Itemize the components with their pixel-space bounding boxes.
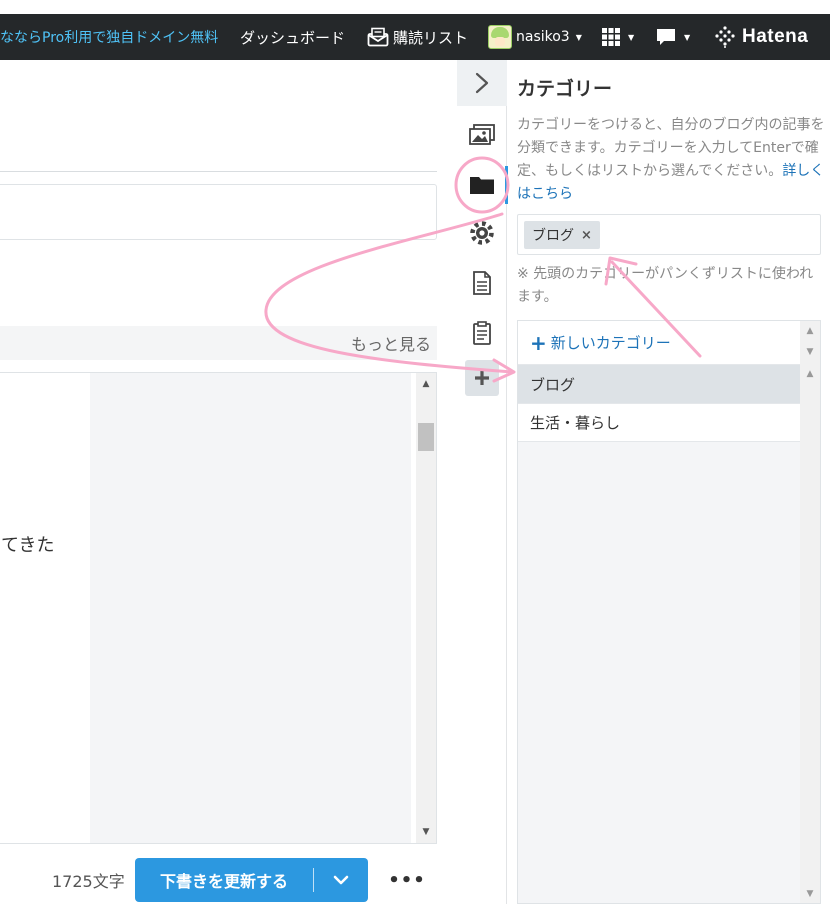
- tab-clipboard[interactable]: [457, 310, 507, 356]
- user-menu[interactable]: nasiko3 ▼: [488, 14, 582, 60]
- scroll-up-arrow-icon[interactable]: ▲: [800, 369, 820, 379]
- hatena-dots-icon: [715, 26, 735, 48]
- scroll-down-arrow-icon[interactable]: ▼: [416, 827, 436, 837]
- chevron-right-icon: [475, 72, 489, 94]
- category-list: + 新しいカテゴリー ▲ ▼ ブログ 生活・暮らし ▲ ▼: [517, 320, 821, 904]
- apps-menu-button[interactable]: ▼: [602, 14, 634, 60]
- notifications-button[interactable]: ▼: [656, 14, 690, 60]
- caret-down-icon: ▼: [684, 32, 691, 42]
- scroll-thumb[interactable]: [418, 423, 434, 451]
- new-category-label: 新しいカテゴリー: [550, 334, 671, 352]
- tab-add[interactable]: [465, 360, 499, 396]
- scroll-up-arrow-icon[interactable]: ▲: [416, 379, 436, 389]
- save-options-dropdown[interactable]: [314, 875, 368, 885]
- gear-icon: [470, 221, 494, 245]
- list-item[interactable]: 生活・暮らし: [518, 403, 800, 442]
- mail-icon: [367, 27, 389, 47]
- breadcrumb-note: ※ 先頭のカテゴリーがパンくずリストに使われます。: [517, 266, 814, 305]
- tab-settings[interactable]: [457, 210, 507, 256]
- scroll-up-arrow-icon[interactable]: ▲: [800, 326, 820, 336]
- subscriptions-label: 購読リスト: [393, 28, 469, 47]
- pro-promo-link[interactable]: なならPro利用で独自ドメイン無料: [0, 14, 218, 60]
- panel-description-text: カテゴリーをつけると、自分のブログ内の記事を分類できます。カテゴリーを入力してE…: [517, 117, 825, 179]
- username-label: nasiko3: [516, 29, 570, 45]
- tab-categories[interactable]: [457, 162, 508, 208]
- list-item[interactable]: ブログ: [518, 364, 800, 403]
- title-input[interactable]: [0, 184, 437, 240]
- update-draft-button[interactable]: 下書きを更新する: [135, 858, 368, 902]
- new-category-button[interactable]: + 新しいカテゴリー: [518, 321, 800, 364]
- top-navigation-bar: なならPro利用で独自ドメイン無料 ダッシュボード 購読リスト nasiko3 …: [0, 14, 830, 60]
- dashboard-link[interactable]: ダッシュボード: [240, 14, 345, 60]
- scroll-down-arrow-icon[interactable]: ▼: [800, 347, 820, 357]
- new-category-scrollbar[interactable]: ▲ ▼: [800, 321, 820, 364]
- image-icon: [469, 124, 495, 145]
- divider: [0, 171, 437, 172]
- caret-down-icon: ▼: [628, 32, 635, 42]
- plus-icon: [475, 371, 489, 385]
- folder-icon: [470, 177, 494, 194]
- scroll-down-arrow-icon[interactable]: ▼: [800, 889, 820, 899]
- more-options-button[interactable]: •••: [388, 858, 425, 902]
- caret-down-icon: ▼: [575, 32, 582, 42]
- tab-document[interactable]: [457, 260, 507, 306]
- avatar: [488, 25, 512, 49]
- editor-text: てきた: [1, 535, 55, 556]
- hatena-logo[interactable]: Hatena: [714, 14, 808, 60]
- plus-icon: +: [530, 330, 547, 355]
- preview-area: [90, 373, 411, 843]
- char-count: 1725文字: [52, 872, 125, 891]
- category-tag-label: ブログ: [532, 228, 574, 244]
- remove-tag-icon[interactable]: ×: [581, 228, 592, 243]
- more-bar: もっと見る: [0, 326, 437, 360]
- more-link[interactable]: もっと見る: [351, 326, 431, 360]
- category-input[interactable]: ブログ ×: [517, 214, 821, 255]
- grid-icon: [602, 28, 620, 46]
- subscriptions-link[interactable]: 購読リスト: [367, 14, 468, 60]
- clipboard-icon: [473, 321, 491, 345]
- tab-images[interactable]: [457, 112, 507, 158]
- body-editor[interactable]: てきた ▲ ▼: [0, 372, 437, 844]
- category-panel: カテゴリー カテゴリーをつけると、自分のブログ内の記事を分類できます。カテゴリー…: [508, 60, 830, 904]
- hatena-brand-label: Hatena: [742, 26, 809, 47]
- category-tag: ブログ ×: [524, 221, 600, 249]
- collapse-sidebar-button[interactable]: [457, 60, 507, 106]
- editor-scrollbar[interactable]: ▲ ▼: [416, 373, 436, 843]
- comment-icon: [657, 29, 675, 45]
- panel-title: カテゴリー: [517, 78, 613, 100]
- chevron-down-icon: [333, 875, 349, 885]
- document-icon: [473, 271, 491, 295]
- update-draft-label: 下書きを更新する: [159, 872, 288, 891]
- sidebar-icon-rail: [457, 60, 508, 904]
- category-list-scrollbar[interactable]: ▲ ▼: [800, 364, 820, 903]
- panel-description: カテゴリーをつけると、自分のブログ内の記事を分類できます。カテゴリーを入力してE…: [517, 114, 825, 206]
